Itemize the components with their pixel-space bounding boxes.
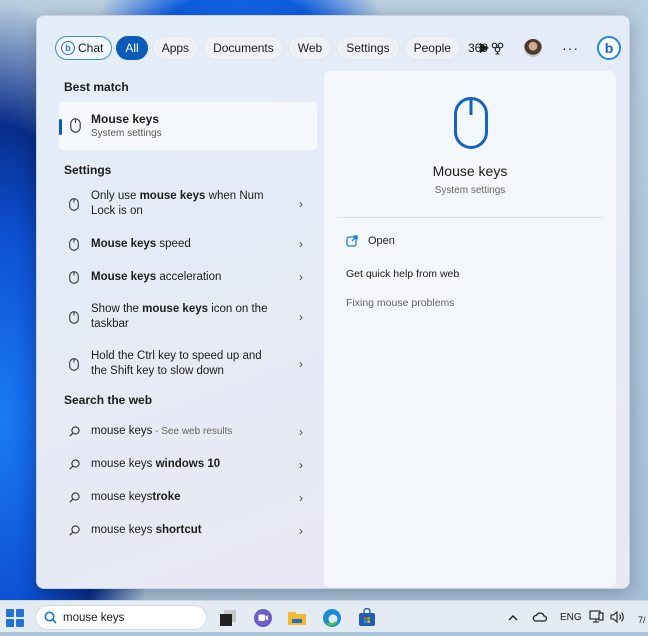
- start-button[interactable]: [6, 609, 24, 627]
- mouse-icon: [70, 118, 81, 133]
- web-result[interactable]: mouse keys windows 10 ›: [59, 448, 317, 481]
- rewards-points[interactable]: 369: [468, 41, 504, 55]
- chevron-up-icon: [508, 614, 518, 620]
- chevron-right-icon: ›: [299, 457, 303, 472]
- best-match-result[interactable]: Mouse keys System settings: [59, 102, 317, 150]
- filter-documents[interactable]: Documents: [203, 36, 284, 60]
- bing-icon: b: [604, 40, 614, 56]
- bing-chat-icon: b: [61, 41, 75, 55]
- cloud-icon: [532, 612, 547, 622]
- search-icon: [69, 459, 80, 470]
- settings-result[interactable]: Mouse keys speed ›: [59, 227, 317, 261]
- search-web-heading: Search the web: [64, 393, 153, 407]
- settings-heading: Settings: [64, 163, 112, 177]
- preview-subtitle: System settings: [434, 185, 506, 196]
- chevron-right-icon: ›: [299, 424, 303, 439]
- divider: [337, 217, 603, 218]
- filter-apps[interactable]: Apps: [151, 36, 200, 60]
- mouse-icon: [69, 197, 79, 211]
- search-panel: b Chat All Apps Documents Web Settings P…: [36, 15, 630, 589]
- web-result[interactable]: mouse keys - See web results ›: [59, 415, 317, 448]
- fixing-mouse-problems-link[interactable]: Fixing mouse problems: [346, 297, 455, 309]
- search-icon: [69, 426, 80, 437]
- filter-people[interactable]: People: [403, 36, 461, 60]
- open-label: Open: [368, 235, 395, 247]
- search-icon: [69, 525, 80, 536]
- search-input[interactable]: [63, 611, 183, 624]
- network-volume-button[interactable]: [589, 601, 625, 633]
- trophy-icon: [491, 42, 504, 55]
- clock[interactable]: 7/: [638, 604, 646, 636]
- windows-logo-icon: [6, 609, 15, 618]
- settings-result[interactable]: Only use mouse keys when Num Lock is on …: [59, 181, 317, 227]
- chat-label: Chat: [78, 41, 104, 55]
- taskbar-search-box[interactable]: [35, 605, 207, 630]
- task-view-icon[interactable]: [218, 608, 238, 628]
- open-external-icon: [346, 235, 358, 247]
- search-icon: [69, 492, 80, 503]
- points-value: 369: [467, 41, 488, 55]
- web-result[interactable]: mouse keys shortcut ›: [59, 514, 317, 547]
- user-avatar[interactable]: [524, 39, 542, 57]
- show-hidden-icons-button[interactable]: [508, 601, 518, 633]
- teams-chat-icon[interactable]: [253, 608, 273, 628]
- selection-indicator: [59, 119, 62, 135]
- settings-result[interactable]: Mouse keys acceleration ›: [59, 261, 317, 293]
- chevron-right-icon: ›: [299, 523, 303, 538]
- filter-web[interactable]: Web: [287, 36, 333, 60]
- best-match-heading: Best match: [64, 80, 129, 94]
- chevron-right-icon: ›: [299, 197, 303, 211]
- settings-result[interactable]: Hold the Ctrl key to speed up and the Sh…: [59, 341, 317, 387]
- chevron-right-icon: ›: [299, 237, 303, 251]
- preview-title: Mouse keys: [432, 163, 508, 179]
- chevron-right-icon: ›: [299, 270, 303, 284]
- bing-button[interactable]: b: [597, 36, 621, 60]
- chevron-right-icon: ›: [299, 490, 303, 505]
- settings-result[interactable]: Show the mouse keys icon on the taskbar …: [59, 293, 317, 341]
- best-match-title: Mouse keys: [91, 112, 160, 126]
- microsoft-store-icon[interactable]: [357, 608, 377, 628]
- mouse-icon: [69, 237, 79, 251]
- search-icon: [44, 611, 57, 624]
- more-options-button[interactable]: ···: [562, 40, 579, 56]
- onedrive-button[interactable]: [532, 601, 547, 633]
- filter-settings[interactable]: Settings: [336, 36, 400, 60]
- mouse-icon: [69, 310, 79, 324]
- language-indicator[interactable]: ENG: [560, 601, 582, 633]
- filter-bar: b Chat All Apps Documents Web Settings P…: [55, 34, 495, 62]
- mouse-icon: [69, 357, 79, 371]
- volume-icon: [610, 611, 624, 623]
- best-match-subtitle: System settings: [91, 128, 162, 139]
- filter-all[interactable]: All: [116, 36, 148, 60]
- results-list: Best match Mouse keys System settings Se…: [59, 76, 317, 547]
- quick-help-heading: Get quick help from web: [346, 268, 460, 280]
- file-explorer-icon[interactable]: [287, 608, 307, 628]
- preview-pane: Mouse keys System settings Open Get quic…: [324, 71, 616, 587]
- header-actions: 369 ··· b: [468, 36, 621, 60]
- mouse-icon: [454, 97, 488, 149]
- network-icon: [589, 610, 604, 623]
- chevron-right-icon: ›: [299, 357, 303, 371]
- chat-filter-button[interactable]: b Chat: [55, 36, 113, 60]
- web-result[interactable]: mouse keystroke ›: [59, 481, 317, 514]
- edge-browser-icon[interactable]: [322, 608, 342, 628]
- chevron-right-icon: ›: [299, 310, 303, 324]
- mouse-icon: [69, 270, 79, 284]
- taskbar: ENG 7/: [0, 600, 648, 632]
- open-action[interactable]: Open: [346, 235, 395, 247]
